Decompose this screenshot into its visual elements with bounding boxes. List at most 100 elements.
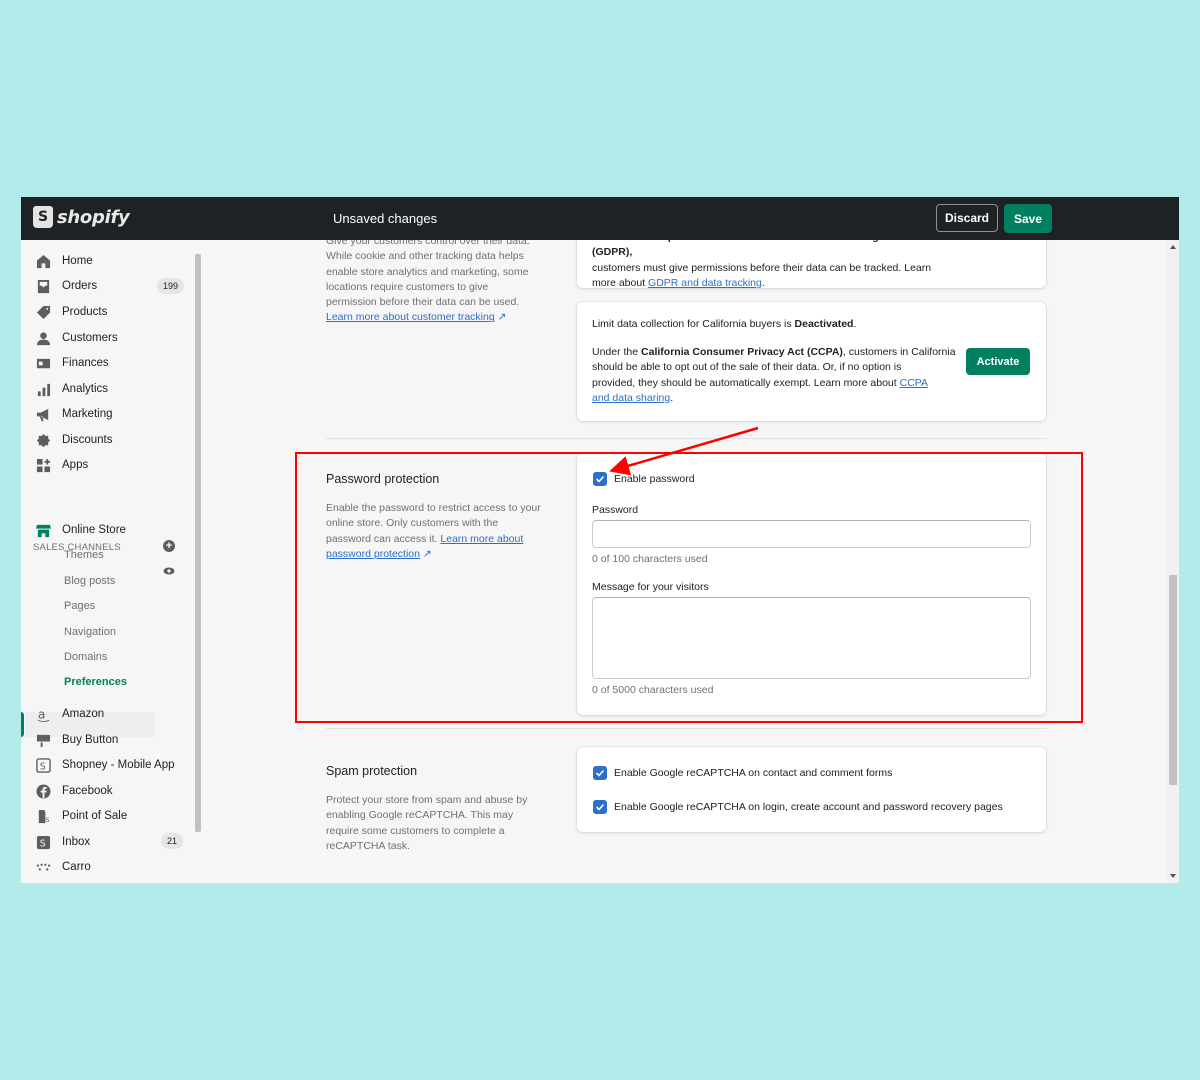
sub-item-pages[interactable]: Pages [64,600,95,612]
sidebar-item-apps[interactable]: Apps [35,454,88,476]
sidebar-item-products[interactable]: Products [35,301,107,323]
sidebar-item-discounts[interactable]: Discounts [35,429,113,451]
customer-tracking-link[interactable]: Learn more about customer tracking [326,311,495,323]
unsaved-changes-title: Unsaved changes [333,211,438,226]
sub-item-blog-posts[interactable]: Blog posts [64,575,115,587]
recaptcha-forms-checkbox[interactable] [593,766,607,780]
recaptcha-login-label[interactable]: Enable Google reCAPTCHA on login, create… [614,801,1003,813]
discard-button[interactable]: Discard [936,204,998,232]
privacy-desc-line: While cookie and other tracking data hel… [326,250,524,263]
sidebar-item-marketing[interactable]: Marketing [35,403,113,425]
spam-desc-line: reCAPTCHA task. [326,839,411,852]
ccpa-text: Under the [592,346,642,358]
sidebar-item-label: Amazon [62,708,105,720]
sidebar-item-shopney[interactable]: S Shopney - Mobile App [35,754,175,776]
save-button[interactable]: Save [1004,204,1052,233]
finances-icon [35,355,51,371]
privacy-desc-line: locations require customers to give [326,280,489,293]
visitor-message-textarea[interactable] [592,597,1031,679]
svg-text:S: S [39,838,45,849]
sidebar-item-carro[interactable]: Carro [35,856,91,878]
spam-protection-card: Enable Google reCAPTCHA on contact and c… [577,747,1046,832]
message-char-count: 0 of 5000 characters used [592,684,714,696]
sidebar-item-facebook[interactable]: Facebook [35,780,113,802]
ccpa-status-text: Limit data collection for California buy… [592,318,795,330]
sidebar-item-label: Discounts [62,434,113,446]
buy-button-icon [35,732,51,748]
shopify-bag-icon [33,206,53,228]
main-scrollbar[interactable] [1167,240,1179,883]
recaptcha-login-checkbox[interactable] [593,800,607,814]
ccpa-link[interactable]: CCPA [900,377,928,389]
ccpa-activate-button[interactable]: Activate [966,348,1030,375]
sidebar-item-label: Customers [62,332,118,344]
sub-item-domains[interactable]: Domains [64,651,107,663]
ccpa-description: Under the California Consumer Privacy Ac… [592,346,956,404]
facebook-icon [35,783,51,799]
privacy-description: Give your customers control over their d… [326,240,530,326]
eye-icon[interactable] [163,567,175,575]
gdpr-line: more about [592,276,646,289]
ccpa-text: provided, they should be automatically e… [592,376,897,389]
sub-item-preferences[interactable]: Preferences [64,676,127,688]
password-input[interactable] [592,520,1031,548]
sidebar-item-label: Point of Sale [62,810,128,822]
svg-text:a: a [37,707,44,721]
password-char-count: 0 of 100 characters used [592,553,708,565]
sidebar-item-online-store[interactable]: Online Store [35,519,126,541]
scroll-down-arrow-icon[interactable] [1170,874,1176,878]
ccpa-text: should be able to opt out of the sale of… [592,361,902,374]
enable-password-checkbox[interactable] [593,472,607,486]
main-scrollbar-thumb[interactable] [1169,575,1177,785]
shopify-logo[interactable]: shopify [33,206,130,228]
add-channel-plus-icon[interactable]: + [163,540,175,552]
password-protection-card: Enable password Password 0 of 100 charac… [577,453,1046,715]
checkmark-icon [595,769,605,777]
sidebar-item-customers[interactable]: Customers [35,327,118,349]
section-divider [326,438,1047,439]
gdpr-link[interactable]: GDPR and data tracking [648,277,762,289]
password-desc-line: password can access it. [326,532,438,545]
password-protection-link[interactable]: Learn more about [440,533,523,545]
gdpr-line: Under the European Union's General Data … [592,240,913,259]
sidebar-item-label: Inbox [62,836,91,848]
sidebar-item-label: Apps [62,459,89,471]
sub-item-navigation[interactable]: Navigation [64,626,116,638]
active-item-indicator [21,712,24,737]
ccpa-link-continued[interactable]: and data sharing [592,392,670,404]
sidebar-scrollbar-thumb[interactable] [195,254,201,832]
store-icon [35,522,51,538]
password-desc-line: online store. Only customers with the [326,517,499,530]
sidebar-item-label: Home [62,255,93,267]
sidebar-scrollbar[interactable] [193,250,201,878]
spam-protection-heading: Spam protection [326,764,418,778]
ccpa-card: Limit data collection for California buy… [577,302,1046,421]
ccpa-text: , customers in California [842,346,956,358]
main-content: Give your customers control over their d… [204,240,1166,883]
amazon-icon: a [35,706,51,722]
sidebar-item-inbox[interactable]: S Inbox [35,831,90,853]
bar-chart-icon [35,381,51,397]
apps-icon [35,457,51,473]
sub-item-themes[interactable]: Themes [64,549,104,561]
logo-text: shopify [57,206,130,228]
recaptcha-forms-label[interactable]: Enable Google reCAPTCHA on contact and c… [614,767,892,779]
checkmark-icon [595,475,605,483]
sidebar-item-finances[interactable]: Finances [35,352,109,374]
sidebar-item-buy-button[interactable]: Buy Button [35,729,118,751]
sidebar-item-label: Carro [62,861,91,873]
spam-desc-line: require some customers to complete a [326,824,505,837]
sidebar-item-home[interactable]: Home [35,250,93,272]
person-icon [35,330,51,346]
sidebar-item-point-of-sale[interactable]: S Point of Sale [35,805,127,827]
sidebar-item-label: Orders [62,280,98,292]
sidebar-item-analytics[interactable]: Analytics [35,378,108,400]
sidebar-item-orders[interactable]: Orders [35,275,97,297]
scroll-up-arrow-icon[interactable] [1170,245,1176,249]
sidebar-item-amazon[interactable]: a Amazon [35,703,104,725]
home-icon [35,253,51,269]
ccpa-status-value: Deactivated [794,318,854,330]
spam-desc-line: Protect your store from spam and abuse b… [326,794,528,806]
enable-password-label[interactable]: Enable password [614,473,695,485]
password-protection-link-continued[interactable]: password protection [326,548,420,560]
